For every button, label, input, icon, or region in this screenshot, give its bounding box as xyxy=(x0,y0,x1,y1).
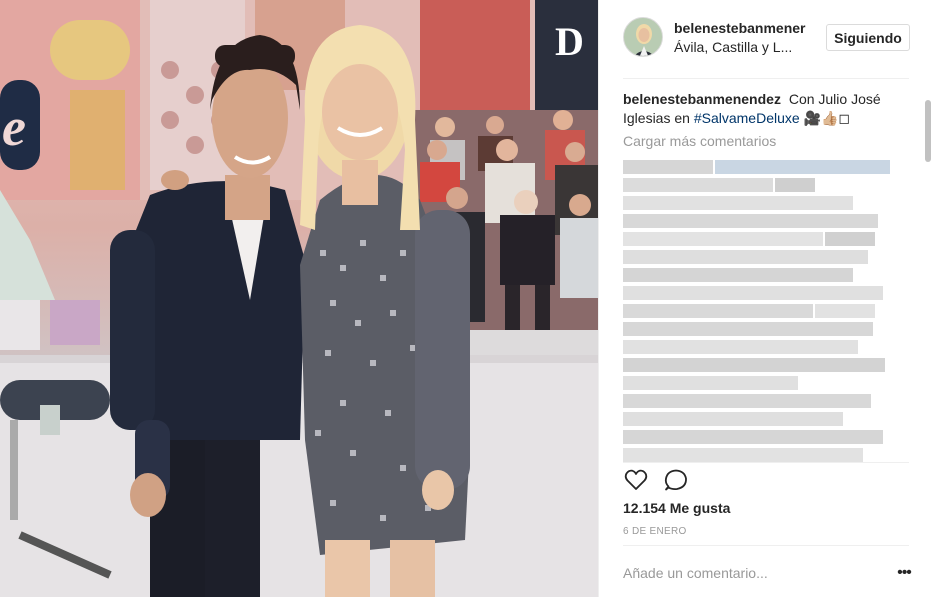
header-username[interactable]: belenestebanmener xyxy=(674,20,814,36)
post-sidebar: belenestebanmener Ávila, Castilla y L...… xyxy=(598,0,932,597)
actions-divider xyxy=(623,462,909,463)
load-more-comments-link[interactable]: Cargar más comentarios xyxy=(623,133,913,149)
heart-icon[interactable] xyxy=(623,467,649,493)
following-button[interactable]: Siguiendo xyxy=(826,24,910,51)
scrollbar-thumb[interactable] xyxy=(925,100,931,162)
post-date[interactable]: 6 DE ENERO xyxy=(623,526,687,537)
comments-area: belenestebanmenendez Con Julio José Igle… xyxy=(623,90,913,462)
caption-hashtag[interactable]: #SalvameDeluxe xyxy=(694,110,800,126)
caption-username[interactable]: belenestebanmenendez xyxy=(623,91,781,107)
svg-text:D: D xyxy=(555,19,584,64)
post-caption: belenestebanmenendez Con Julio José Igle… xyxy=(623,90,893,128)
comments-scrollbar[interactable] xyxy=(924,100,932,460)
post-photo[interactable]: D e xyxy=(0,0,598,597)
blurred-comments xyxy=(623,160,898,462)
avatar[interactable] xyxy=(623,17,663,57)
avatar-image xyxy=(624,18,662,56)
photo-scene: D e xyxy=(0,0,598,597)
likes-count[interactable]: 12.154 Me gusta xyxy=(623,500,730,516)
svg-text:e: e xyxy=(2,97,26,157)
post-header: belenestebanmener Ávila, Castilla y L...… xyxy=(599,0,932,78)
comment-divider xyxy=(623,545,909,546)
caption-emoji: 🎥👍🏼◻ xyxy=(803,110,851,126)
header-location[interactable]: Ávila, Castilla y L... xyxy=(674,39,792,55)
more-options-icon[interactable]: ••• xyxy=(893,564,915,582)
add-comment-input[interactable] xyxy=(623,562,863,584)
comment-icon[interactable] xyxy=(663,467,689,493)
header-divider xyxy=(623,78,909,79)
